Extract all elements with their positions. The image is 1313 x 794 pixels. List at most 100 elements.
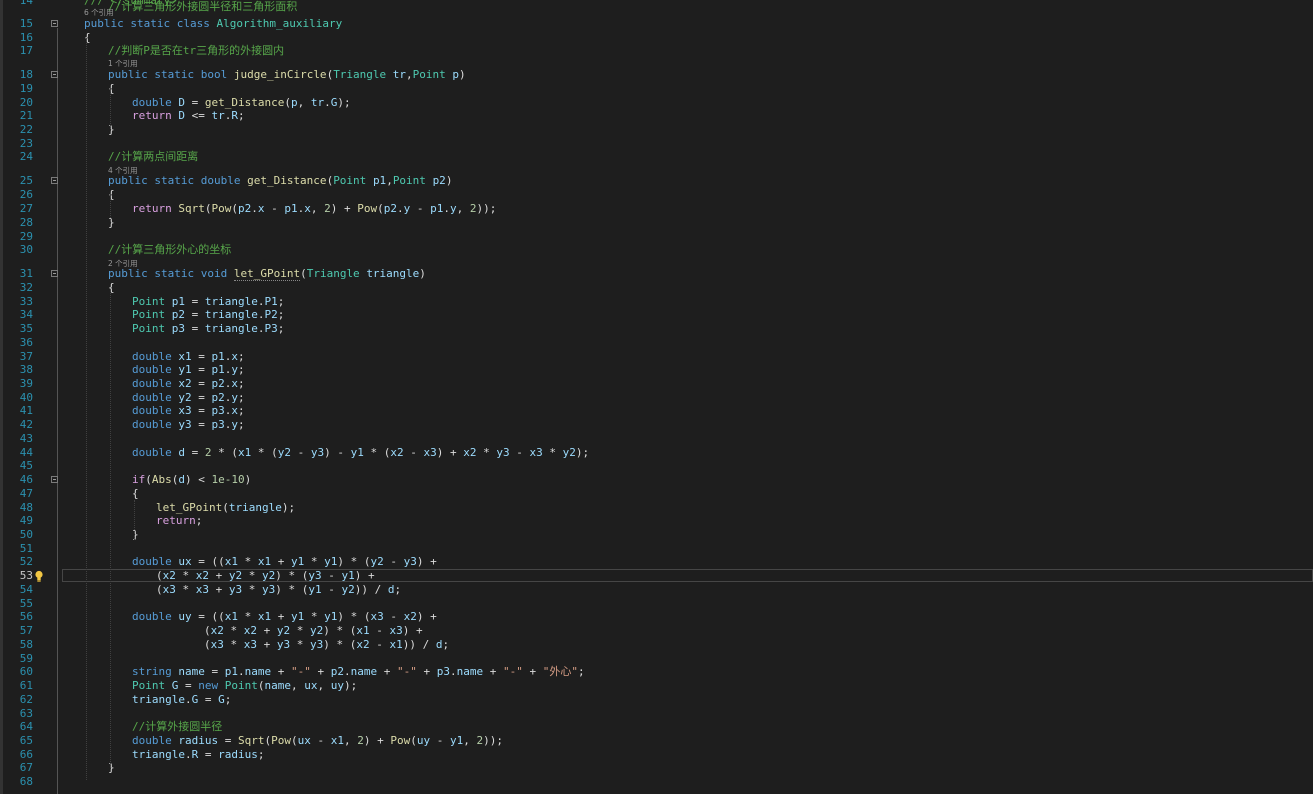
code-text: double y3 = p3.y; — [132, 418, 245, 432]
code-editor[interactable]: 14/// </summary> 15 public static class Al… — [0, 0, 1313, 794]
code-line[interactable]: 23 — [0, 137, 1313, 151]
code-line[interactable]: 60 string name = p1.name + "-" + p2.name … — [0, 665, 1313, 679]
code-line[interactable]: 38 double y1 = p1.y; — [0, 363, 1313, 377]
code-line[interactable]: 41 double x3 = p3.x; — [0, 404, 1313, 418]
code-token: p2 — [171, 308, 185, 321]
code-line[interactable]: 17 //判断P是否在tr三角形的外接圆内 — [0, 44, 1313, 58]
code-token: public static class — [84, 17, 217, 30]
code-line[interactable]: 44 double d = 2 * (x1 * (y2 - y3) - y1 * … — [0, 446, 1313, 460]
code-line[interactable]: 37 double x1 = p1.x; — [0, 350, 1313, 364]
code-line[interactable]: 56 double uy = ((x1 * x1 + y1 * y1) * (x3… — [0, 610, 1313, 624]
code-token: = — [198, 693, 219, 706]
code-token: double — [132, 391, 179, 404]
code-token: Algorithm_auxiliary — [216, 17, 343, 30]
collapse-icon[interactable] — [51, 476, 58, 483]
indent-guide — [110, 88, 111, 128]
code-line[interactable]: 45 — [0, 459, 1313, 473]
code-line[interactable]: 19 { — [0, 82, 1313, 96]
code-line[interactable]: 26 { — [0, 188, 1313, 202]
code-line[interactable]: //计算三角形外接圆半径和三角形面积 — [0, 0, 1313, 14]
code-line[interactable]: 47 { — [0, 487, 1313, 501]
code-line[interactable]: 66 triangle.R = radius; — [0, 748, 1313, 762]
code-line[interactable]: 29 — [0, 230, 1313, 244]
code-line[interactable]: 51 — [0, 542, 1313, 556]
codelens-references[interactable]: 2 个引用 — [108, 259, 138, 269]
code-line[interactable]: 40 double y2 = p2.y; — [0, 391, 1313, 405]
code-token: x2 — [243, 624, 257, 637]
code-line[interactable]: 18 public static bool judge_inCircle(Tria… — [0, 68, 1313, 82]
code-token: ) - — [324, 446, 351, 459]
code-line[interactable]: 53 (x2 * x2 + y2 * y2) * (y3 - y1) + — [0, 569, 1313, 583]
code-token: triangle — [204, 295, 258, 308]
code-line[interactable]: 64 //计算外接圆半径 — [0, 720, 1313, 734]
code-line[interactable]: 39 double x2 = p2.x; — [0, 377, 1313, 391]
code-token: + — [257, 638, 277, 651]
code-token: + — [483, 665, 503, 678]
code-line[interactable]: 24 //计算两点间距离 — [0, 150, 1313, 164]
code-token: - — [369, 624, 390, 637]
code-line[interactable]: 63 — [0, 707, 1313, 721]
code-line[interactable]: 52 double ux = ((x1 * x1 + y1 * y1) * (y2… — [0, 555, 1313, 569]
code-line[interactable]: 54 (x3 * x3 + y3 * y3) * (y1 - y2)) / d; — [0, 583, 1313, 597]
code-token: * ( — [251, 446, 278, 459]
code-token: p1 — [430, 202, 444, 215]
code-line[interactable]: 57 (x2 * x2 + y2 * y2) * (x1 - x3) + — [0, 624, 1313, 638]
code-line[interactable]: 31 public static void let_GPoint(Triangle… — [0, 267, 1313, 281]
line-number: 55 — [19, 597, 33, 610]
code-line[interactable]: 36 — [0, 336, 1313, 350]
code-token: Abs — [151, 473, 172, 486]
code-line[interactable]: 49 return; — [0, 514, 1313, 528]
code-text: //计算三角形外接圆半径和三角形面积 — [108, 0, 297, 14]
code-line[interactable]: 48 let_GPoint(triangle); — [0, 501, 1313, 515]
code-line[interactable]: 35 Point p3 = triangle.P3; — [0, 322, 1313, 336]
code-token: y — [231, 391, 238, 404]
code-line[interactable]: 46 if(Abs(d) < 1e-10) — [0, 473, 1313, 487]
collapse-icon[interactable] — [51, 71, 58, 78]
code-line[interactable]: 55 — [0, 597, 1313, 611]
code-line[interactable]: 67} — [0, 761, 1313, 775]
code-token: - — [264, 202, 285, 215]
collapse-icon[interactable] — [51, 177, 58, 184]
code-line[interactable]: 62 triangle.G = G; — [0, 693, 1313, 707]
code-line[interactable]: 15 public static class Algorithm_auxiliar… — [0, 17, 1313, 31]
collapse-icon[interactable] — [51, 20, 58, 27]
code-token: Pow — [390, 734, 411, 747]
code-line[interactable]: 34 Point p2 = triangle.P2; — [0, 308, 1313, 322]
line-number: 65 — [19, 734, 33, 747]
code-line[interactable]: 33 Point p1 = triangle.P1; — [0, 295, 1313, 309]
code-line[interactable]: 25 public static double get_Distance(Poin… — [0, 174, 1313, 188]
code-line[interactable]: 30 //计算三角形外心的坐标 — [0, 243, 1313, 257]
code-text: } — [108, 123, 115, 137]
code-token: - — [321, 583, 342, 596]
code-line[interactable]: 59 — [0, 652, 1313, 666]
codelens-references[interactable]: 4 个引用 — [108, 166, 138, 176]
codelens-references[interactable]: 1 个引用 — [108, 59, 138, 69]
code-line[interactable]: 27 return Sqrt(Pow(p2.x - p1.x, 2) + Pow(… — [0, 202, 1313, 216]
code-token: ; — [237, 404, 245, 417]
code-line[interactable]: 21 return D <= tr.R; — [0, 109, 1313, 123]
code-token: ); — [281, 501, 296, 514]
code-line[interactable]: 65 double radius = Sqrt(Pow(ux - x1, 2) +… — [0, 734, 1313, 748]
code-text: (x3 * x3 + y3 * y3) * (x2 - x1)) / d; — [204, 638, 449, 652]
code-line[interactable]: 61 Point G = new Point(name, ux, uy); — [0, 679, 1313, 693]
code-line[interactable]: 28} — [0, 216, 1313, 230]
code-line[interactable]: 43 — [0, 432, 1313, 446]
codelens-references[interactable]: 6 个引用 — [84, 8, 114, 18]
code-line[interactable]: 22} — [0, 123, 1313, 137]
code-line[interactable]: 32 { — [0, 281, 1313, 295]
code-token: p — [290, 96, 298, 109]
collapse-icon[interactable] — [51, 270, 58, 277]
code-token: = — [218, 734, 238, 747]
code-line[interactable]: 16 { — [0, 31, 1313, 45]
code-line[interactable]: 20 double D = get_Distance(p, tr.G); — [0, 96, 1313, 110]
code-token: )) / — [354, 583, 388, 596]
code-token: x2 — [390, 446, 404, 459]
code-line[interactable]: 42 double y3 = p3.y; — [0, 418, 1313, 432]
code-line[interactable]: 50} — [0, 528, 1313, 542]
code-line[interactable]: 68 — [0, 775, 1313, 789]
code-token: = — [184, 96, 205, 109]
code-text: //计算外接圆半径 — [132, 720, 222, 734]
code-line[interactable]: 58 (x3 * x3 + y3 * y3) * (x2 - x1)) / d; — [0, 638, 1313, 652]
code-token: return — [156, 514, 196, 527]
code-token: . — [237, 665, 245, 678]
